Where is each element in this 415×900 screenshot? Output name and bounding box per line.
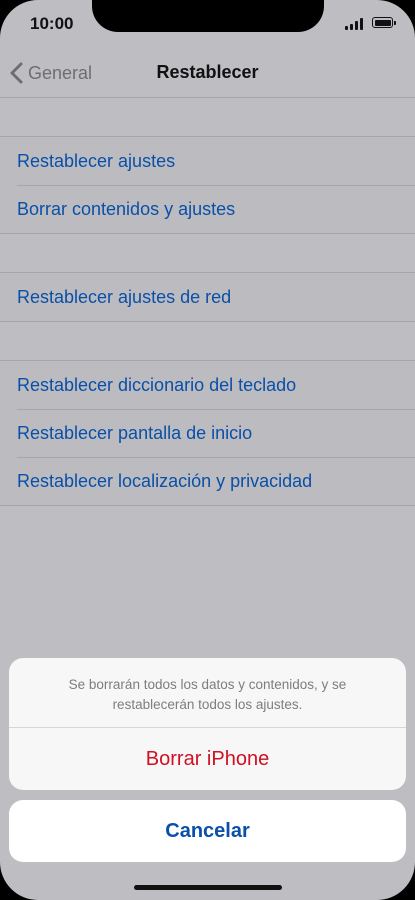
battery-icon: [372, 17, 396, 28]
home-indicator[interactable]: [134, 885, 282, 890]
status-time: 10:00: [30, 14, 74, 33]
reset-settings-row[interactable]: Restablecer ajustes: [0, 137, 415, 185]
reset-location-privacy-row[interactable]: Restablecer localización y privacidad: [0, 457, 415, 505]
cancel-button[interactable]: Cancelar: [9, 800, 406, 862]
cellular-signal-icon: [345, 17, 365, 30]
settings-group-1: Restablecer ajustes Borrar contenidos y …: [0, 136, 415, 234]
navigation-bar: General Restablecer: [0, 48, 415, 98]
erase-content-settings-row[interactable]: Borrar contenidos y ajustes: [0, 185, 415, 233]
reset-keyboard-dictionary-row[interactable]: Restablecer diccionario del teclado: [0, 361, 415, 409]
notch: [92, 0, 324, 32]
settings-group-3: Restablecer diccionario del teclado Rest…: [0, 360, 415, 506]
reset-network-settings-row[interactable]: Restablecer ajustes de red: [0, 273, 415, 321]
action-sheet: Se borrarán todos los datos y contenidos…: [9, 658, 406, 790]
page-title: Restablecer: [156, 62, 259, 82]
reset-home-screen-row[interactable]: Restablecer pantalla de inicio: [0, 409, 415, 457]
settings-list: Restablecer ajustes Borrar contenidos y …: [0, 98, 415, 506]
settings-group-2: Restablecer ajustes de red: [0, 272, 415, 322]
erase-iphone-button[interactable]: Borrar iPhone: [9, 728, 406, 790]
phone-screen: 10:00 General Restablecer Restablecer aj…: [0, 0, 415, 900]
action-sheet-message: Se borrarán todos los datos y contenidos…: [9, 658, 406, 728]
